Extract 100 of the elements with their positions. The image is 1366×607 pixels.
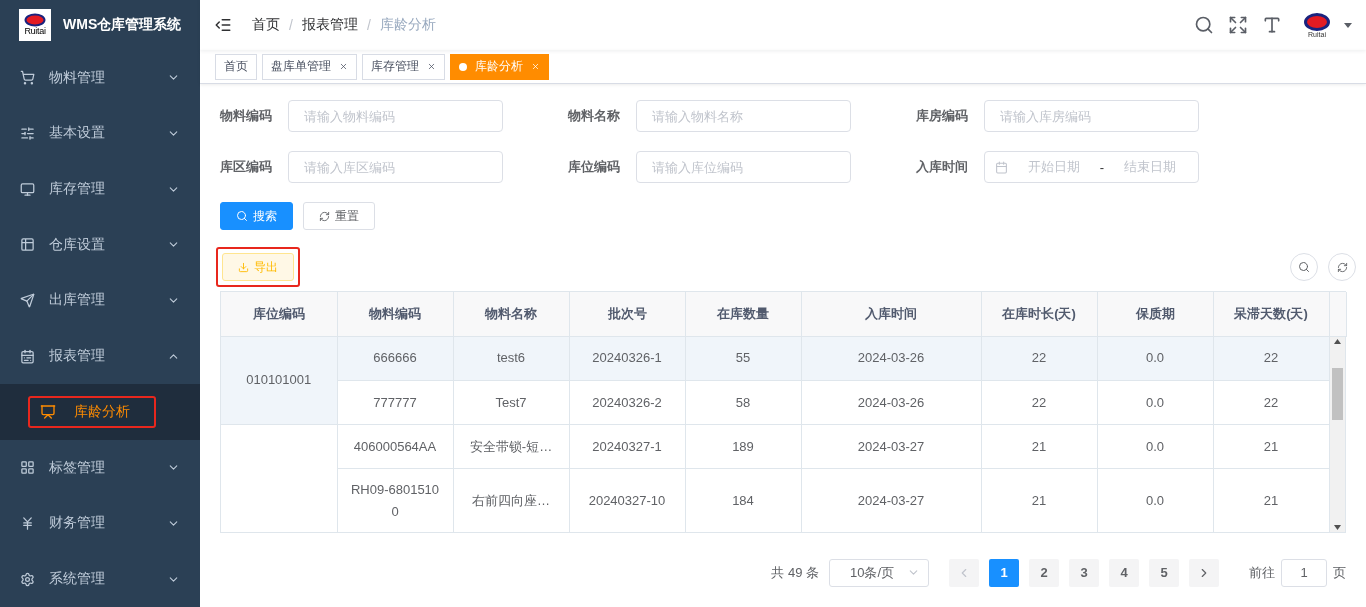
reset-button[interactable]: 重置 (303, 202, 375, 230)
column-header: 在库时长(天) (981, 292, 1097, 336)
dot-icon (459, 62, 467, 71)
breadcrumb-separator: / (366, 17, 371, 33)
table-cell: 21 (1213, 468, 1329, 532)
settings-icon (20, 571, 35, 587)
table-cell: 2024-03-27 (801, 424, 981, 469)
page-input[interactable]: 1 (1281, 558, 1327, 587)
calendar-icon (995, 160, 1008, 174)
menu-item[interactable]: 财务管理 (0, 495, 200, 552)
field-label: 物料编码 (220, 107, 273, 125)
menu-item[interactable]: 物料管理 (0, 49, 200, 106)
table-cell: 右前四向座… (453, 468, 569, 532)
menu-item[interactable]: 报表管理 (0, 328, 200, 385)
date-range-field[interactable]: 开始日期 - 结束日期 (984, 151, 1199, 183)
page-button[interactable]: 4 (1109, 558, 1139, 587)
menu-item[interactable]: 系统管理 (0, 551, 200, 607)
menu-item[interactable]: 仓库设置 (0, 216, 200, 273)
caret-icon[interactable] (1344, 22, 1352, 28)
table-cell: 010101001 (221, 336, 337, 425)
tab[interactable]: 库存管理 (362, 53, 445, 80)
breadcrumb-item[interactable]: 报表管理 (301, 16, 358, 34)
scroll-down-icon[interactable] (1333, 524, 1341, 530)
table-cell: 0.0 (1097, 468, 1213, 532)
table-cell: 2024-03-26 (801, 380, 981, 425)
tab[interactable]: 盘库单管理 (262, 53, 357, 80)
table-cell: RH09-68015100 (337, 468, 453, 532)
tab[interactable]: 首页 (215, 53, 257, 80)
table-cell: 0.0 (1097, 380, 1213, 425)
column-header: 入库时间 (801, 292, 981, 336)
input-field[interactable]: 请输入库位编码 (636, 151, 851, 183)
menu-toggle-icon[interactable] (214, 16, 232, 34)
input-field[interactable]: 请输入库区编码 (288, 151, 503, 183)
column-header: 物料名称 (453, 292, 569, 336)
close-icon[interactable] (339, 62, 348, 71)
total-count: 共 49 条 (771, 563, 819, 582)
field-label: 物料名称 (568, 107, 621, 125)
close-icon[interactable] (427, 62, 436, 71)
text-size-icon[interactable] (1262, 15, 1282, 35)
menu-item[interactable]: 库存管理 (0, 161, 200, 217)
scrollbar-thumb[interactable] (1331, 368, 1343, 420)
sliders-icon (20, 125, 35, 141)
goto-label: 前往 (1249, 563, 1275, 582)
table-cell: 58 (685, 380, 801, 425)
send-icon (20, 293, 35, 308)
refresh-icon (319, 210, 330, 222)
field-label: 库房编码 (916, 107, 969, 125)
table-cell: 22 (981, 336, 1097, 381)
search-icon (1298, 261, 1310, 273)
table-icon (20, 237, 35, 253)
column-header: 物料编码 (337, 292, 453, 336)
table-cell: 184 (685, 468, 801, 532)
logo-text: Ruitai (24, 27, 46, 37)
table-cell: 406000564AA (337, 424, 453, 469)
column-header: 批次号 (569, 292, 685, 336)
calendar-icon (20, 348, 35, 364)
field-label: 库位编码 (568, 158, 621, 176)
table-cell: 0.0 (1097, 424, 1213, 469)
menu-item[interactable]: 标签管理 (0, 439, 200, 496)
column-header: 在库数量 (685, 292, 801, 336)
breadcrumb-separator: / (289, 17, 293, 33)
table-cell: 20240327-10 (569, 468, 685, 532)
search-toggle-button[interactable] (1290, 253, 1318, 281)
page-suffix: 页 (1333, 563, 1346, 582)
fullscreen-icon[interactable] (1228, 15, 1248, 35)
table-cell: 21 (981, 468, 1097, 532)
table-cell: 20240326-1 (569, 336, 685, 381)
menu-item[interactable]: 基本设置 (0, 105, 200, 162)
refresh-icon (1336, 261, 1348, 273)
table-cell: 21 (1213, 424, 1329, 469)
input-field[interactable]: 请输入物料编码 (288, 100, 503, 132)
table-cell: test6 (453, 336, 569, 381)
table-cell: 22 (1213, 336, 1329, 381)
table-cell: 189 (685, 424, 801, 469)
page-button[interactable]: 2 (1029, 558, 1059, 587)
table-cell: 2024-03-27 (801, 468, 981, 532)
search-icon (236, 210, 248, 222)
breadcrumb-item[interactable]: 首页 (252, 16, 280, 34)
download-icon (238, 261, 249, 273)
scroll-up-icon[interactable] (1333, 338, 1341, 344)
grid-icon (20, 460, 35, 476)
table-cell: 安全带锁-短… (453, 424, 569, 469)
table-cell: 21 (981, 424, 1097, 469)
input-field[interactable]: 请输入物料名称 (636, 100, 851, 132)
page-button[interactable]: 5 (1149, 558, 1179, 587)
search-icon[interactable] (1194, 15, 1214, 35)
table-cell: 55 (685, 336, 801, 381)
field-label: 库区编码 (220, 158, 273, 176)
submenu-item[interactable]: 库龄分析 (28, 395, 156, 428)
cart-icon (20, 70, 35, 86)
page-button[interactable]: 3 (1069, 558, 1099, 587)
table-cell: 22 (1213, 380, 1329, 425)
column-header: 库位编码 (221, 292, 337, 336)
input-field[interactable]: 请输入库房编码 (984, 100, 1199, 132)
page-size-select[interactable]: 10条/页 (829, 558, 929, 587)
table-cell: 0.0 (1097, 336, 1213, 381)
monitor-icon (20, 181, 35, 197)
menu-item[interactable]: 出库管理 (0, 272, 200, 329)
table-cell: 20240327-1 (569, 424, 685, 469)
refresh-button[interactable] (1328, 253, 1356, 281)
